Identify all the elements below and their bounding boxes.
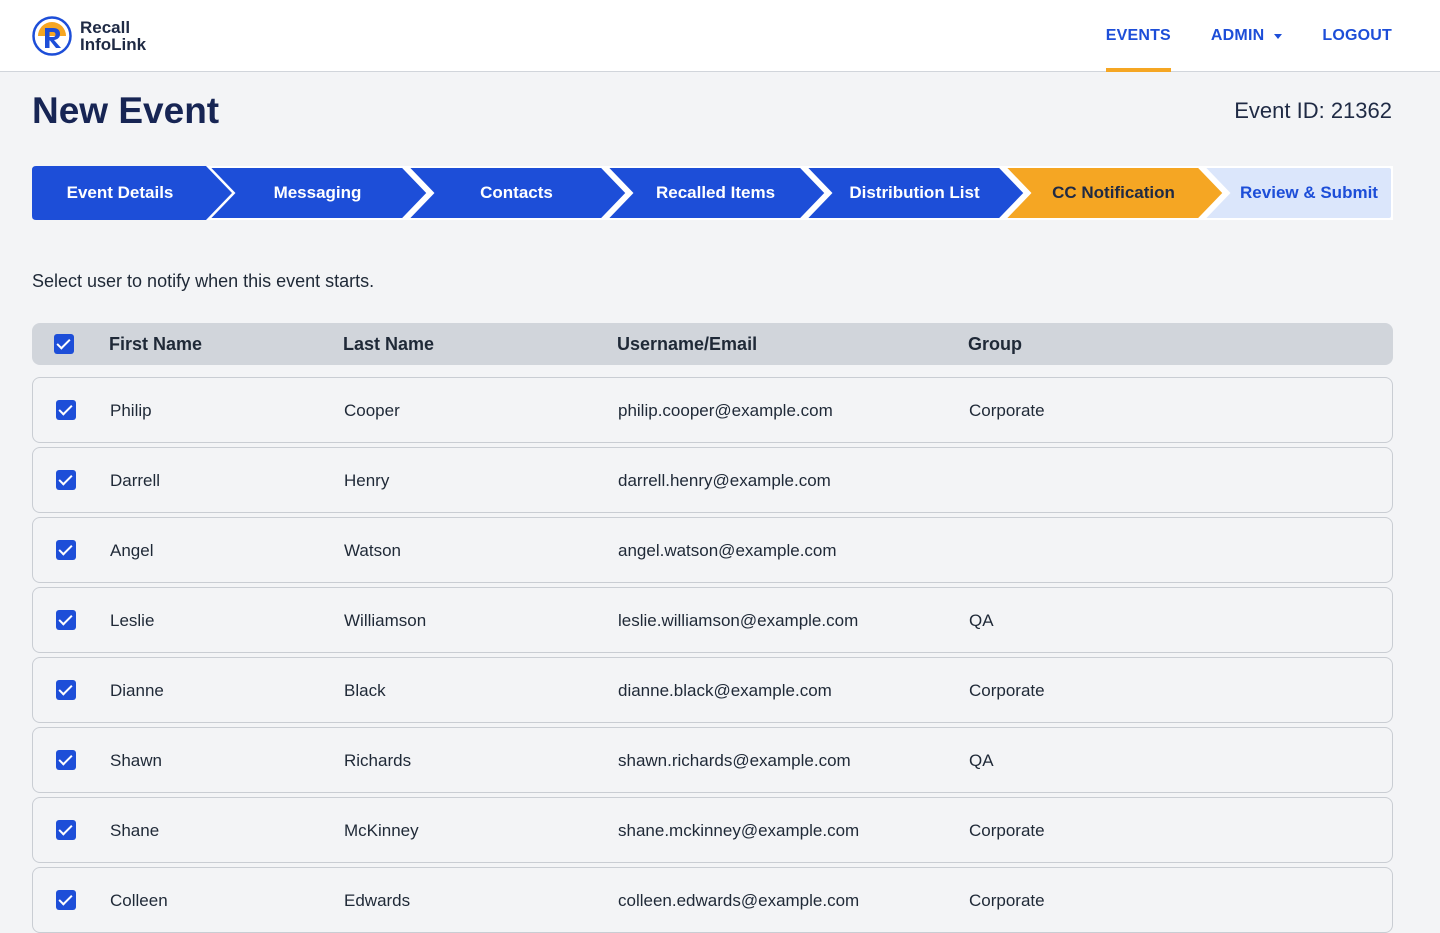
brand-logo[interactable]: Recall InfoLink <box>32 16 146 56</box>
table-row[interactable]: Shane McKinney shane.mckinney@example.com C… <box>32 797 1393 863</box>
header-username-email[interactable]: Username/Email <box>617 334 757 355</box>
nav-logout-label: LOGOUT <box>1322 27 1392 44</box>
cell-first-name: Shane <box>110 821 160 840</box>
cell-first-name: Angel <box>110 541 154 560</box>
cell-group: QA <box>969 751 994 770</box>
row-checkbox[interactable] <box>56 890 76 910</box>
cell-email: shawn.richards@example.com <box>618 751 851 770</box>
table-row[interactable]: Dianne Black dianne.black@example.com Corpo… <box>32 657 1393 723</box>
cell-email: philip.cooper@example.com <box>618 401 833 420</box>
row-checkbox[interactable] <box>56 820 76 840</box>
cell-email: darrell.henry@example.com <box>618 471 831 490</box>
row-checkbox[interactable] <box>56 400 76 420</box>
nav-admin-label: ADMIN <box>1210 27 1265 44</box>
cell-last-name: Cooper <box>344 401 400 420</box>
step-label: Recalled Items <box>655 183 776 202</box>
header-last-name[interactable]: Last Name <box>343 334 434 355</box>
table-row[interactable]: Leslie Williamson leslie.williamson@exampl… <box>32 587 1393 653</box>
event-stepper: Event Details Messaging Contacts Recalled I… <box>32 166 1393 220</box>
cell-first-name: Darrell <box>110 471 161 490</box>
step-label: Contacts <box>480 183 553 202</box>
header-first-name[interactable]: First Name <box>109 334 202 355</box>
cell-first-name: Colleen <box>110 891 168 910</box>
recall-logo-icon <box>32 16 72 56</box>
table-header: First Name Last Name Username/Email Grou… <box>32 323 1393 365</box>
nav-events[interactable]: EVENTS <box>1105 0 1172 72</box>
cell-first-name: Dianne <box>110 681 164 700</box>
cell-last-name: Black <box>344 681 386 700</box>
header-group[interactable]: Group <box>968 334 1022 355</box>
top-navigation-bar: Recall InfoLink EVENTS ADMIN LOGOUT <box>0 0 1440 72</box>
cell-email: colleen.edwards@example.com <box>618 891 860 910</box>
cell-last-name: Watson <box>344 541 402 560</box>
step-messaging[interactable]: Messaging <box>206 166 429 220</box>
row-checkbox[interactable] <box>56 750 76 770</box>
step-label: Messaging <box>273 183 362 202</box>
cell-last-name: McKinney <box>344 821 419 840</box>
cell-first-name: Leslie <box>110 611 155 630</box>
cell-first-name: Shawn <box>110 751 162 770</box>
row-checkbox[interactable] <box>56 540 76 560</box>
nav-logout[interactable]: LOGOUT <box>1322 0 1392 72</box>
step-event-details[interactable]: Event Details <box>32 166 232 220</box>
nav-admin[interactable]: ADMIN <box>1210 0 1283 72</box>
cell-group: QA <box>969 611 994 630</box>
caret-down-icon <box>1274 33 1283 39</box>
table-row[interactable]: Darrell Henry darrell.henry@example.com <box>32 447 1393 513</box>
cell-email: leslie.williamson@example.com <box>618 611 859 630</box>
cell-last-name: Richards <box>344 751 412 770</box>
step-distribution-list[interactable]: Distribution List <box>803 166 1026 220</box>
brand-name-line-1: Recall <box>80 18 131 37</box>
cell-last-name: Henry <box>344 471 390 490</box>
step-recalled-items[interactable]: Recalled Items <box>604 166 827 220</box>
instructions-text: Select user to notify when this event st… <box>32 271 375 291</box>
step-cc-notification[interactable]: CC Notification <box>1002 166 1225 220</box>
brand-name: Recall InfoLink <box>80 19 146 53</box>
table-row[interactable]: Philip Cooper philip.cooper@example.com Cor… <box>32 377 1393 443</box>
cell-email: shane.mckinney@example.com <box>618 821 860 840</box>
step-label: Event Details <box>66 183 174 202</box>
step-contacts[interactable]: Contacts <box>405 166 628 220</box>
cell-last-name: Williamson <box>344 611 427 630</box>
row-checkbox[interactable] <box>56 610 76 630</box>
cell-first-name: Philip <box>110 401 152 420</box>
cell-group: Corporate <box>969 821 1045 840</box>
nav-events-label: EVENTS <box>1105 27 1171 44</box>
table-row[interactable]: Colleen Edwards colleen.edwards@example.co… <box>32 867 1393 933</box>
row-checkbox[interactable] <box>56 680 76 700</box>
cell-group: Corporate <box>969 401 1045 420</box>
cell-email: dianne.black@example.com <box>618 681 832 700</box>
step-label: CC Notification <box>1052 183 1175 202</box>
table-row[interactable]: Shawn Richards shawn.richards@example.com Q… <box>32 727 1393 793</box>
cell-last-name: Edwards <box>344 891 411 910</box>
step-label: Distribution List <box>849 183 980 202</box>
brand-name-line-2: InfoLink <box>80 35 147 54</box>
cell-group: Corporate <box>969 681 1045 700</box>
page-title: New Event <box>32 90 220 131</box>
cell-email: angel.watson@example.com <box>618 541 837 560</box>
cell-group: Corporate <box>969 891 1045 910</box>
table-row[interactable]: Angel Watson angel.watson@example.com <box>32 517 1393 583</box>
event-id: Event ID: 21362 <box>1234 98 1392 123</box>
step-review-submit[interactable]: Review & Submit <box>1201 166 1393 220</box>
select-all-checkbox[interactable] <box>54 334 74 354</box>
step-label: Review & Submit <box>1240 183 1378 202</box>
main-nav: EVENTS ADMIN LOGOUT <box>1066 0 1392 72</box>
row-checkbox[interactable] <box>56 470 76 490</box>
